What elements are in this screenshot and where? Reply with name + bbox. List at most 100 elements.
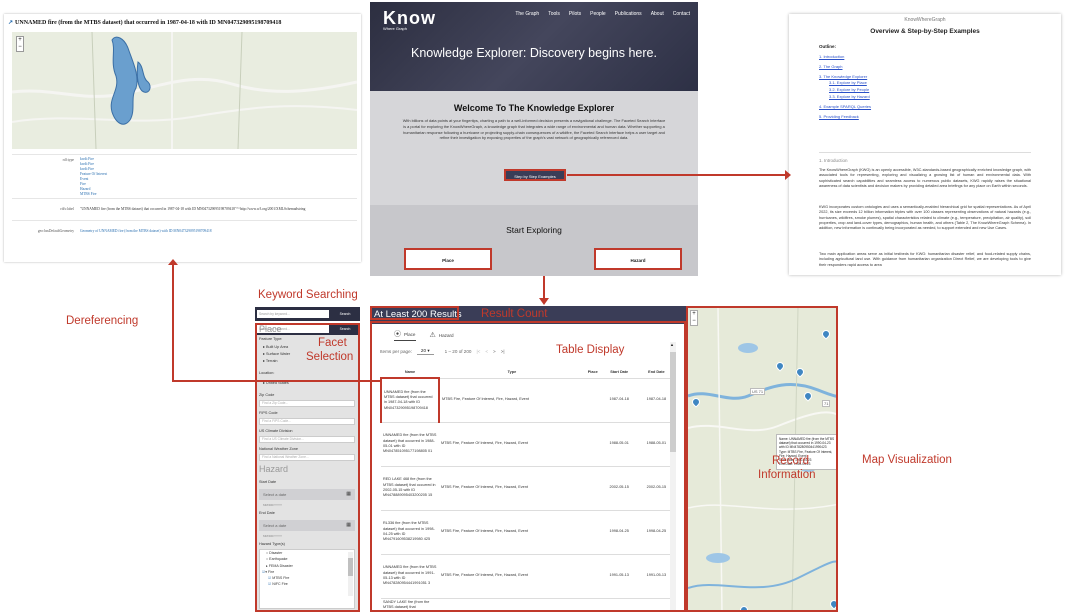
- geometry-link[interactable]: Geometry of UNNAMED fire (from the MTBS …: [80, 229, 355, 233]
- search-input[interactable]: Search by keyword...: [257, 310, 329, 318]
- column-header[interactable]: Type: [439, 366, 585, 379]
- cell-name[interactable]: UNNAMED fire (from the MTBS dataset) tha…: [381, 422, 439, 467]
- nav-item-contact[interactable]: Contact: [673, 11, 690, 17]
- table-scrollbar-thumb[interactable]: [670, 352, 676, 452]
- zoom-out-button[interactable]: −: [691, 318, 697, 325]
- facet-filter-panel: Search by keyword... Search Place Featur…: [255, 323, 360, 612]
- deref-properties: rdf:type kwdi:Fire kwdi:Fire kwdi:Fire F…: [12, 154, 357, 242]
- external-link-icon[interactable]: ↗: [8, 20, 13, 26]
- cell-type: [439, 598, 585, 612]
- table-row[interactable]: RED LAKE 468 fire (from the MTBS dataset…: [381, 466, 675, 511]
- calendar-icon[interactable]: ▦: [346, 520, 351, 531]
- nav-item-publications[interactable]: Publications: [615, 11, 642, 17]
- location-label: Location:: [259, 371, 275, 375]
- hazard-button[interactable]: Hazard: [594, 248, 682, 270]
- end-date-label: End Date: [259, 511, 275, 515]
- column-header[interactable]: Start Date: [600, 366, 638, 379]
- zoom-in-button[interactable]: +: [691, 311, 697, 318]
- nav-item-tools[interactable]: Tools: [548, 11, 560, 17]
- road-label: US 71: [750, 388, 766, 395]
- toc-link[interactable]: 3.1. Explore by Place: [819, 80, 871, 87]
- toc-link[interactable]: 5. Providing Feedback: [819, 114, 871, 121]
- toc-link[interactable]: 2. The Graph: [819, 64, 871, 71]
- search-button[interactable]: Search: [333, 325, 357, 333]
- start-date-input[interactable]: Select a date ▦: [259, 489, 355, 500]
- feature-option[interactable]: ▸ Terrain: [263, 358, 278, 363]
- place-button[interactable]: Place: [404, 248, 492, 270]
- hazard-type-label: NIFC Fire: [272, 582, 288, 587]
- climate-input[interactable]: Find a US Climate Division...: [259, 436, 355, 443]
- table-row[interactable]: RL336 fire (from the MTBS dataset) that …: [381, 510, 675, 555]
- hero-title: Knowledge Explorer: Discovery begins her…: [411, 46, 657, 60]
- keyword-search-bar-top: Search by keyword... Search: [255, 307, 360, 321]
- scroll-up-icon[interactable]: ▲: [670, 343, 674, 347]
- date-placeholder: Select a date: [263, 492, 287, 497]
- last-page-icon[interactable]: >|: [501, 349, 505, 354]
- feature-option[interactable]: ▸ Surface Water: [263, 351, 290, 356]
- step-by-step-button[interactable]: Step by Step Examples: [504, 169, 566, 181]
- cell-name[interactable]: SANDY LAKE fire (from the MTBS dataset) …: [381, 598, 439, 612]
- deref-map[interactable]: + −: [12, 32, 357, 149]
- zip-input[interactable]: Find a Zip Code...: [259, 400, 355, 407]
- result-tabs: ⦿ Place ⚠ Hazard: [394, 329, 454, 341]
- cell-type: MTBS Fire, Feature Of Interest, Fire, Ha…: [439, 510, 585, 555]
- map-visualization-panel[interactable]: + − US 71 71 Name: UNNAMED fire (from th…: [686, 306, 838, 612]
- toc-link[interactable]: 4. Example SPARQL Queries: [819, 104, 871, 111]
- type-link[interactable]: MTBS Fire: [80, 192, 355, 197]
- hazard-heading: Hazard: [259, 464, 289, 474]
- cell-name[interactable]: UNNAMED fire (from the MTBS dataset) tha…: [381, 554, 439, 599]
- property-key: rdfs:label: [60, 207, 74, 211]
- toc-link[interactable]: 3.3. Explore by Hazard: [819, 94, 871, 101]
- hazard-type-list[interactable]: ○ Disaster ○ Earthquake ▸ FEMA Disaster …: [259, 549, 355, 609]
- cell-start-date: 2002-05-15: [600, 466, 638, 511]
- prev-page-icon[interactable]: <: [485, 349, 488, 354]
- cell-name[interactable]: UNNAMED fire (from the MTBS dataset) tha…: [380, 377, 440, 423]
- table-scrollbar[interactable]: ▲: [670, 342, 676, 612]
- toc-link[interactable]: 3. The Knowledge Explorer: [819, 74, 871, 81]
- date-format-hint: MM/DD/YYYY: [263, 534, 283, 538]
- nav-item-graph[interactable]: The Graph: [515, 11, 539, 17]
- table-row[interactable]: UNNAMED fire (from the MTBS dataset) tha…: [381, 422, 675, 467]
- date-placeholder: Select a date: [263, 523, 287, 528]
- list-scrollbar-thumb[interactable]: [348, 558, 353, 576]
- end-date-input[interactable]: Select a date ▦: [259, 520, 355, 531]
- label-keyword-searching: Keyword Searching: [258, 289, 358, 301]
- table-row[interactable]: SANDY LAKE fire (from the MTBS dataset) …: [381, 598, 675, 612]
- nav-item-pilots[interactable]: Pilots: [569, 11, 581, 17]
- deref-title: ↗ UNNAMED fire (from the MTBS dataset) th…: [8, 19, 357, 26]
- column-header[interactable]: Place: [584, 366, 601, 379]
- property-value: "UNNAMED fire (from the MTBS dataset) th…: [80, 207, 306, 211]
- column-header[interactable]: Name: [381, 366, 439, 379]
- top-nav: The Graph Tools Pilots People Publicatio…: [515, 11, 690, 17]
- kwg-logo[interactable]: Know Where Graph: [383, 8, 436, 31]
- cell-name[interactable]: RL336 fire (from the MTBS dataset) that …: [381, 510, 439, 555]
- fips-input[interactable]: Find a FIPS Code...: [259, 418, 355, 425]
- zoom-in-button[interactable]: +: [17, 37, 23, 44]
- warning-icon: ⚠: [429, 332, 436, 339]
- paginator: Items per page: 20 ▾ 1 – 20 of 200 |< < …: [380, 348, 505, 355]
- property-values: kwdi:Fire kwdi:Fire kwdi:Fire Feature Of…: [80, 157, 355, 197]
- hazard-type-item[interactable]: ☑ NIFC Fire: [260, 581, 354, 587]
- items-per-page-select[interactable]: 20 ▾: [416, 348, 434, 355]
- next-page-icon[interactable]: >: [493, 349, 496, 354]
- hazard-type-label: MTBS Fire: [272, 576, 290, 581]
- toc-link[interactable]: 3.2. Explore by People: [819, 87, 871, 94]
- search-button[interactable]: Search: [333, 310, 357, 318]
- hazard-type-label: Fire: [268, 569, 275, 574]
- calendar-icon[interactable]: ▦: [346, 489, 351, 500]
- table-row[interactable]: UNNAMED fire (from the MTBS dataset) tha…: [381, 554, 675, 599]
- nav-item-about[interactable]: About: [651, 11, 664, 17]
- arrow-right-icon: [785, 170, 791, 180]
- cell-name[interactable]: RED LAKE 468 fire (from the MTBS dataset…: [381, 466, 439, 511]
- table-row[interactable]: UNNAMED fire (from the MTBS dataset) tha…: [380, 377, 675, 423]
- zoom-out-button[interactable]: −: [17, 44, 23, 51]
- weather-zone-input[interactable]: Find a National Weather Zone...: [259, 454, 355, 461]
- cell-start-date: 1988-05-01: [600, 422, 638, 467]
- first-page-icon[interactable]: |<: [476, 349, 480, 354]
- tab-place[interactable]: ⦿ Place: [394, 329, 416, 341]
- nav-item-people[interactable]: People: [590, 11, 606, 17]
- feature-option[interactable]: ▸ Built Up Area: [263, 344, 288, 349]
- checked-icon: ☑: [268, 582, 272, 587]
- tab-hazard[interactable]: ⚠ Hazard: [430, 329, 454, 341]
- toc-link[interactable]: 1. Introduction: [819, 54, 871, 61]
